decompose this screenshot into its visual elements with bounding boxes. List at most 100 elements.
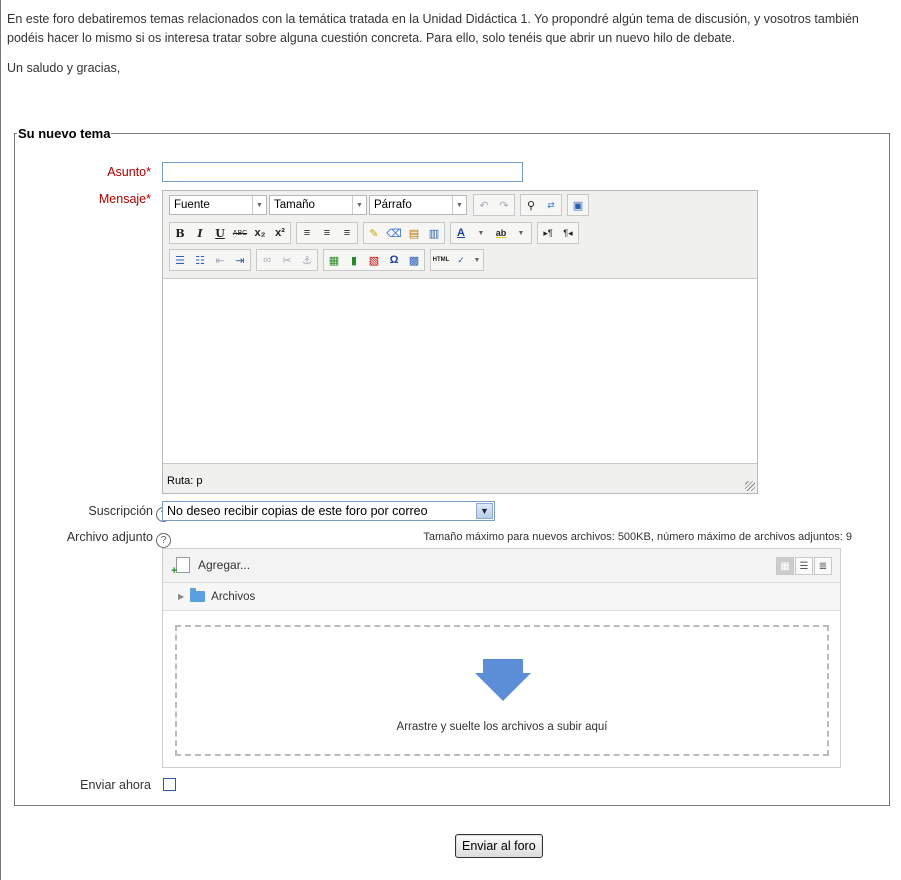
font-family-value: Fuente xyxy=(174,199,210,211)
tree-view-icon[interactable]: ≣ xyxy=(814,557,832,575)
ltr-icon[interactable]: ▸¶ xyxy=(538,223,558,243)
file-manager-toolbar: Agregar... ▦ ☰ ≣ xyxy=(163,549,840,583)
list-group: ☰ ☷ ⇤ ⇥ xyxy=(169,249,251,271)
replace-icon[interactable]: ⇄ xyxy=(541,195,561,215)
subject-label: Asunto* xyxy=(1,165,151,179)
superscript-icon[interactable]: x² xyxy=(270,223,290,243)
chevron-down-icon: ▼ xyxy=(452,196,466,214)
message-label: Mensaje* xyxy=(1,192,151,206)
add-file-button[interactable]: Agregar... xyxy=(171,557,251,577)
file-manager-path: ▶ Archivos xyxy=(163,583,840,611)
folder-label[interactable]: Archivos xyxy=(211,591,255,603)
special-char-icon[interactable]: Ω xyxy=(384,250,404,270)
html-icon[interactable]: HTML xyxy=(431,250,451,270)
required-star: * xyxy=(146,192,151,206)
history-group: ↶ ↷ xyxy=(473,194,515,216)
paragraph-format-value: Párrafo xyxy=(374,199,412,211)
text-color-icon[interactable]: A xyxy=(451,223,471,243)
numbered-list-icon[interactable]: ☷ xyxy=(190,250,210,270)
file-manager: Agregar... ▦ ☰ ≣ ▶ Archivos Arrastre y s… xyxy=(162,548,841,768)
unlink-icon[interactable]: ✂ xyxy=(277,250,297,270)
subscription-label: Suscripción? xyxy=(1,504,171,522)
underline-icon[interactable]: U xyxy=(210,223,230,243)
resize-handle-icon[interactable] xyxy=(745,481,755,491)
undo-icon[interactable]: ↶ xyxy=(474,195,494,215)
italic-icon[interactable]: I xyxy=(190,223,210,243)
attachment-label: Archivo adjunto? xyxy=(1,530,171,548)
subject-label-text: Asunto xyxy=(107,165,147,179)
chevron-down-icon: ▼ xyxy=(252,196,266,214)
insert-group: ▦ ▮ ▧ Ω ▩ xyxy=(323,249,425,271)
chevron-down-icon: ▼ xyxy=(352,196,366,214)
bold-icon[interactable]: B xyxy=(170,223,190,243)
spellcheck-icon[interactable]: ✓ xyxy=(451,250,471,270)
drop-zone-text: Arrastre y suelte los archivos a subir a… xyxy=(396,721,608,733)
alignment-group: ≡ ≡ ≡ xyxy=(296,222,358,244)
editor-toolbar-row-3: ☰ ☷ ⇤ ⇥ ∞ ✂ ⚓ ▦ ▮ ▧ Ω ▩ HTML ✓ ▼ xyxy=(169,249,487,271)
rich-text-editor: Fuente ▼ Tamaño ▼ Párrafo ▼ ↶ ↷ ⚲ ⇄ ▣ B … xyxy=(162,190,758,494)
outdent-icon[interactable]: ⇤ xyxy=(210,250,230,270)
submit-post-button[interactable]: Enviar al foro xyxy=(455,834,543,858)
align-right-icon[interactable]: ≡ xyxy=(337,223,357,243)
add-file-label: Agregar... xyxy=(198,558,251,572)
font-size-select[interactable]: Tamaño ▼ xyxy=(269,195,367,215)
editor-path: Ruta: p xyxy=(167,475,203,487)
icons-view-icon[interactable]: ▦ xyxy=(776,557,794,575)
indent-icon[interactable]: ⇥ xyxy=(230,250,250,270)
attachment-limits: Tamaño máximo para nuevos archivos: 500K… xyxy=(423,531,852,543)
paragraph-format-select[interactable]: Párrafo ▼ xyxy=(369,195,467,215)
help-icon[interactable]: ? xyxy=(156,533,171,548)
fullscreen-group: ▣ xyxy=(567,194,589,216)
intro-paragraph: En este foro debatiremos temas relaciona… xyxy=(7,12,859,45)
folder-icon xyxy=(190,588,206,602)
redo-icon[interactable]: ↷ xyxy=(494,195,514,215)
subscription-label-text: Suscripción xyxy=(88,504,153,518)
anchor-icon[interactable]: ⚓ xyxy=(297,250,317,270)
drop-zone[interactable]: Arrastre y suelte los archivos a subir a… xyxy=(175,625,829,756)
forum-intro: En este foro debatiremos temas relaciona… xyxy=(7,10,893,89)
rtl-icon[interactable]: ¶◂ xyxy=(558,223,578,243)
subject-input[interactable] xyxy=(162,162,523,182)
image-icon[interactable]: ▦ xyxy=(324,250,344,270)
chevron-down-icon: ▼ xyxy=(476,503,493,519)
down-arrow-icon xyxy=(475,659,531,701)
font-family-select[interactable]: Fuente ▼ xyxy=(169,195,267,215)
color-group: A ▼ ab ▼ xyxy=(450,222,532,244)
clean-up-icon[interactable]: ✎ xyxy=(364,223,384,243)
chevron-down-icon[interactable]: ▼ xyxy=(471,223,491,243)
text-style-group: B I U ABC x₂ x² xyxy=(169,222,291,244)
fullscreen-icon[interactable]: ▣ xyxy=(568,195,588,215)
required-star: * xyxy=(146,165,151,179)
editor-toolbar-row-1: Fuente ▼ Tamaño ▼ Párrafo ▼ ↶ ↷ ⚲ ⇄ ▣ xyxy=(169,194,592,216)
subscript-icon[interactable]: x₂ xyxy=(250,223,270,243)
expand-triangle-icon[interactable]: ▶ xyxy=(178,592,184,601)
align-center-icon[interactable]: ≡ xyxy=(317,223,337,243)
list-view-icon[interactable]: ☰ xyxy=(795,557,813,575)
media-icon[interactable]: ▮ xyxy=(344,250,364,270)
manage-files-icon[interactable]: ▧ xyxy=(364,250,384,270)
clean-group: ✎ ⌫ ▤ ▥ xyxy=(363,222,445,244)
find-icon[interactable]: ⚲ xyxy=(521,195,541,215)
add-file-icon xyxy=(171,557,190,577)
link-group: ∞ ✂ ⚓ xyxy=(256,249,318,271)
send-now-checkbox[interactable] xyxy=(163,778,176,791)
highlight-color-icon[interactable]: ab xyxy=(491,223,511,243)
attachment-label-text: Archivo adjunto xyxy=(66,530,153,544)
editor-toolbar-row-2: B I U ABC x₂ x² ≡ ≡ ≡ ✎ ⌫ ▤ ▥ A ▼ ab ▼ ▸… xyxy=(169,222,582,244)
chevron-down-icon[interactable]: ▼ xyxy=(511,223,531,243)
strikethrough-icon[interactable]: ABC xyxy=(230,223,250,243)
align-left-icon[interactable]: ≡ xyxy=(297,223,317,243)
fieldset-legend: Su nuevo tema xyxy=(18,126,111,141)
subscription-select[interactable]: No deseo recibir copias de este foro por… xyxy=(162,501,495,521)
link-icon[interactable]: ∞ xyxy=(257,250,277,270)
editor-content-area[interactable] xyxy=(163,278,757,464)
page: En este foro debatiremos temas relaciona… xyxy=(0,0,901,880)
send-now-label: Enviar ahora xyxy=(80,778,151,792)
view-switcher: ▦ ☰ ≣ xyxy=(776,557,832,575)
paste-text-icon[interactable]: ▤ xyxy=(404,223,424,243)
bullet-list-icon[interactable]: ☰ xyxy=(170,250,190,270)
table-icon[interactable]: ▩ xyxy=(404,250,424,270)
paste-word-icon[interactable]: ▥ xyxy=(424,223,444,243)
chevron-down-icon[interactable]: ▼ xyxy=(471,250,483,270)
eraser-icon[interactable]: ⌫ xyxy=(384,223,404,243)
